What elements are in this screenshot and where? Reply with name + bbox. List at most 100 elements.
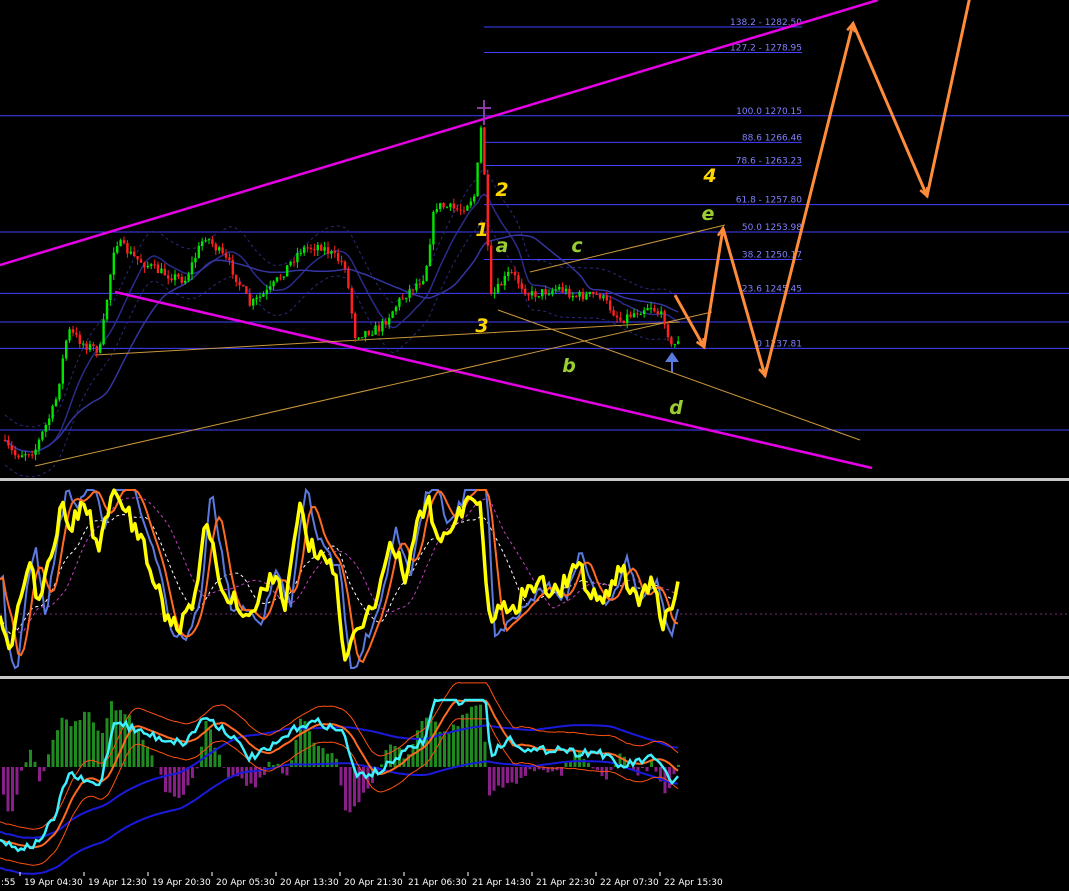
candle-body <box>214 244 217 251</box>
histogram-bar <box>141 739 145 767</box>
fibonacci-levels: 138.2 - 1282.50127.2 - 1278.95100.0 1270… <box>0 18 1069 431</box>
candle-body <box>432 211 435 245</box>
candle-body <box>201 241 204 246</box>
histogram-bar <box>497 767 500 786</box>
candle-body <box>527 294 530 296</box>
candle-body <box>170 278 173 281</box>
histogram-bar <box>362 767 365 793</box>
candle-body <box>418 283 421 285</box>
candle-body <box>129 251 132 254</box>
candle-body <box>337 252 340 261</box>
candle-body <box>537 296 540 298</box>
candle-body <box>663 311 666 325</box>
histogram-bar <box>605 767 608 780</box>
candle-body <box>146 265 149 268</box>
histogram-bar <box>492 767 496 791</box>
candle-body <box>248 293 251 306</box>
wave-label-4: 4 <box>702 165 716 187</box>
fib-level-label: 0 1237.81 <box>756 339 802 349</box>
candle-body <box>377 325 381 332</box>
candle-body <box>269 286 272 290</box>
candle-body <box>286 265 289 277</box>
candle-body <box>160 268 163 274</box>
candle-body <box>330 251 333 254</box>
candle-body <box>275 277 279 282</box>
histogram-bar <box>533 767 536 772</box>
fib-level-label: 127.2 - 1278.95 <box>730 44 802 54</box>
pane-separator-1[interactable] <box>0 478 1069 481</box>
candle-body <box>401 298 404 300</box>
candle-body <box>207 239 211 241</box>
oscillator-pane <box>0 487 1069 670</box>
candle-body <box>442 203 445 208</box>
histogram-bar <box>20 767 23 771</box>
time-axis: :55 19 Apr 04:30 19 Apr 12:30 19 Apr 20:30 2… <box>1 872 723 888</box>
candle-body <box>167 275 170 279</box>
histogram-bar <box>461 714 464 767</box>
candle-body <box>221 247 224 254</box>
histogram-bar <box>83 711 86 767</box>
time-axis-label: 19 Apr 04:30 <box>24 878 83 888</box>
candle-body <box>445 207 449 209</box>
histogram-bar <box>74 721 77 767</box>
candle-body <box>411 289 415 291</box>
time-axis-label: 20 Apr 21:30 <box>344 878 403 888</box>
candle-body <box>255 297 258 299</box>
histogram-bar <box>38 767 41 782</box>
price-chart-canvas[interactable]: 138.2 - 1282.50127.2 - 1278.95100.0 1270… <box>0 0 1069 891</box>
candle-body <box>391 311 394 318</box>
neckline-trendline <box>94 321 681 356</box>
candle-body <box>554 289 557 291</box>
candle-body <box>639 314 642 316</box>
histogram-bar <box>380 764 383 767</box>
candle-body <box>493 292 496 294</box>
candle-body <box>479 127 483 163</box>
candle-body <box>292 261 296 263</box>
candle-body <box>612 310 615 316</box>
candle-body <box>88 344 92 350</box>
candle-body <box>646 308 649 311</box>
candle-body <box>27 454 30 456</box>
histogram-bar <box>137 729 140 767</box>
histogram-bar <box>578 750 581 767</box>
candle-body <box>41 431 44 440</box>
candle-body <box>241 285 245 287</box>
candle-body <box>626 314 629 324</box>
histogram-bar <box>587 762 590 767</box>
candle-body <box>228 257 231 261</box>
candle-body <box>163 268 166 276</box>
candle-body <box>619 317 622 321</box>
histogram-bar <box>474 705 478 767</box>
histogram-bar <box>78 720 82 767</box>
wave-label-3: 3 <box>475 315 488 337</box>
histogram-bar <box>65 719 68 767</box>
trendlines <box>0 0 879 470</box>
candle-body <box>245 286 248 294</box>
candle-body <box>238 281 241 286</box>
candle-body <box>296 252 299 263</box>
histogram-bar <box>609 767 613 771</box>
candle-body <box>218 247 221 251</box>
candle-body <box>588 291 591 295</box>
histogram-bar <box>146 746 149 767</box>
time-axis-label: :55 <box>1 878 15 888</box>
candle-body <box>34 449 37 455</box>
histogram-bar <box>227 767 230 778</box>
histogram-bar <box>222 767 226 768</box>
pane-separator-2[interactable] <box>0 676 1069 679</box>
oscillator-fast-line <box>0 487 679 670</box>
moving-average-bands <box>4 168 679 478</box>
histogram-bar <box>519 767 523 779</box>
histogram-bar <box>231 767 235 776</box>
candle-body <box>575 295 578 297</box>
histogram-pane <box>0 682 680 875</box>
histogram-bar <box>218 754 221 767</box>
candle-body <box>10 445 13 451</box>
candle-body <box>235 274 238 282</box>
candle-body <box>452 203 455 209</box>
candle-body <box>592 291 595 295</box>
candle-body <box>384 320 387 325</box>
candle-body <box>156 264 160 274</box>
fib-level-label: 23.6 1245.45 <box>742 284 802 294</box>
candle-body <box>204 240 207 242</box>
